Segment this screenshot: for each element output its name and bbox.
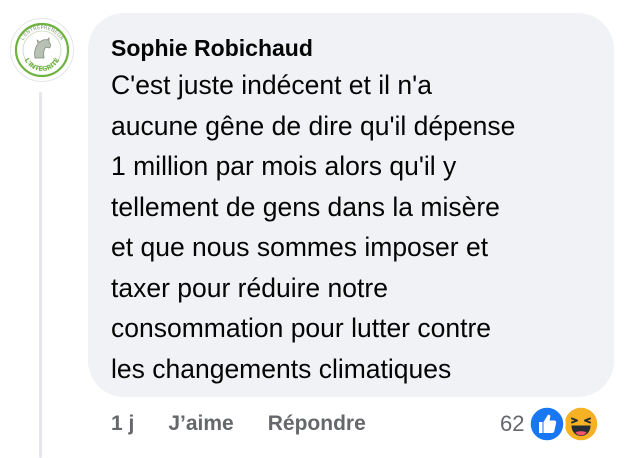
reply-button[interactable]: Répondre — [268, 412, 366, 436]
comment-bubble: Sophie Robichaud C'est juste indécent et… — [88, 13, 614, 397]
thread-line — [39, 92, 42, 458]
comment-text: C'est juste indécent et il n'a aucune gê… — [111, 65, 592, 389]
comment-text-line: aucune gêne de dire qu'il dépense — [111, 110, 516, 141]
comment-timestamp[interactable]: 1 j — [111, 412, 134, 436]
comment-text-line: et que nous sommes imposer et — [111, 232, 489, 262]
reactions-summary[interactable]: 62 — [500, 404, 602, 444]
comment-container: L'ENTREPRENEUR L'INTÉGRITÉ Sophie Robich… — [0, 0, 634, 458]
avatar-ring-bottom-text: L'INTÉGRITÉ — [23, 56, 62, 73]
svg-text:L'INTÉGRITÉ: L'INTÉGRITÉ — [23, 56, 62, 73]
comment-text-line: C'est juste indécent et il n'a — [111, 70, 432, 100]
haha-reaction-icon — [562, 405, 601, 443]
comment-text-line: tellement de gens dans la misère — [111, 191, 500, 222]
like-button[interactable]: J’aime — [168, 412, 233, 436]
comment-text-line: les changements climatiques — [111, 353, 452, 384]
entreprise-logo-icon: L'ENTREPRENEUR L'INTÉGRITÉ — [14, 22, 70, 78]
reaction-count: 62 — [500, 411, 525, 436]
comment-author[interactable]: Sophie Robichaud — [111, 33, 592, 63]
reaction-icons — [528, 404, 602, 444]
comment-text-line: 1 million par mois alors qu'il y — [111, 151, 457, 181]
like-reaction-icon — [528, 405, 567, 443]
comment-text-line: consommation pour lutter contre — [111, 313, 492, 343]
comment-text-line: taxer pour réduire notre — [111, 272, 388, 303]
comment-actions: 1 j J’aime Répondre — [111, 410, 366, 438]
avatar[interactable]: L'ENTREPRENEUR L'INTÉGRITÉ — [10, 18, 74, 82]
